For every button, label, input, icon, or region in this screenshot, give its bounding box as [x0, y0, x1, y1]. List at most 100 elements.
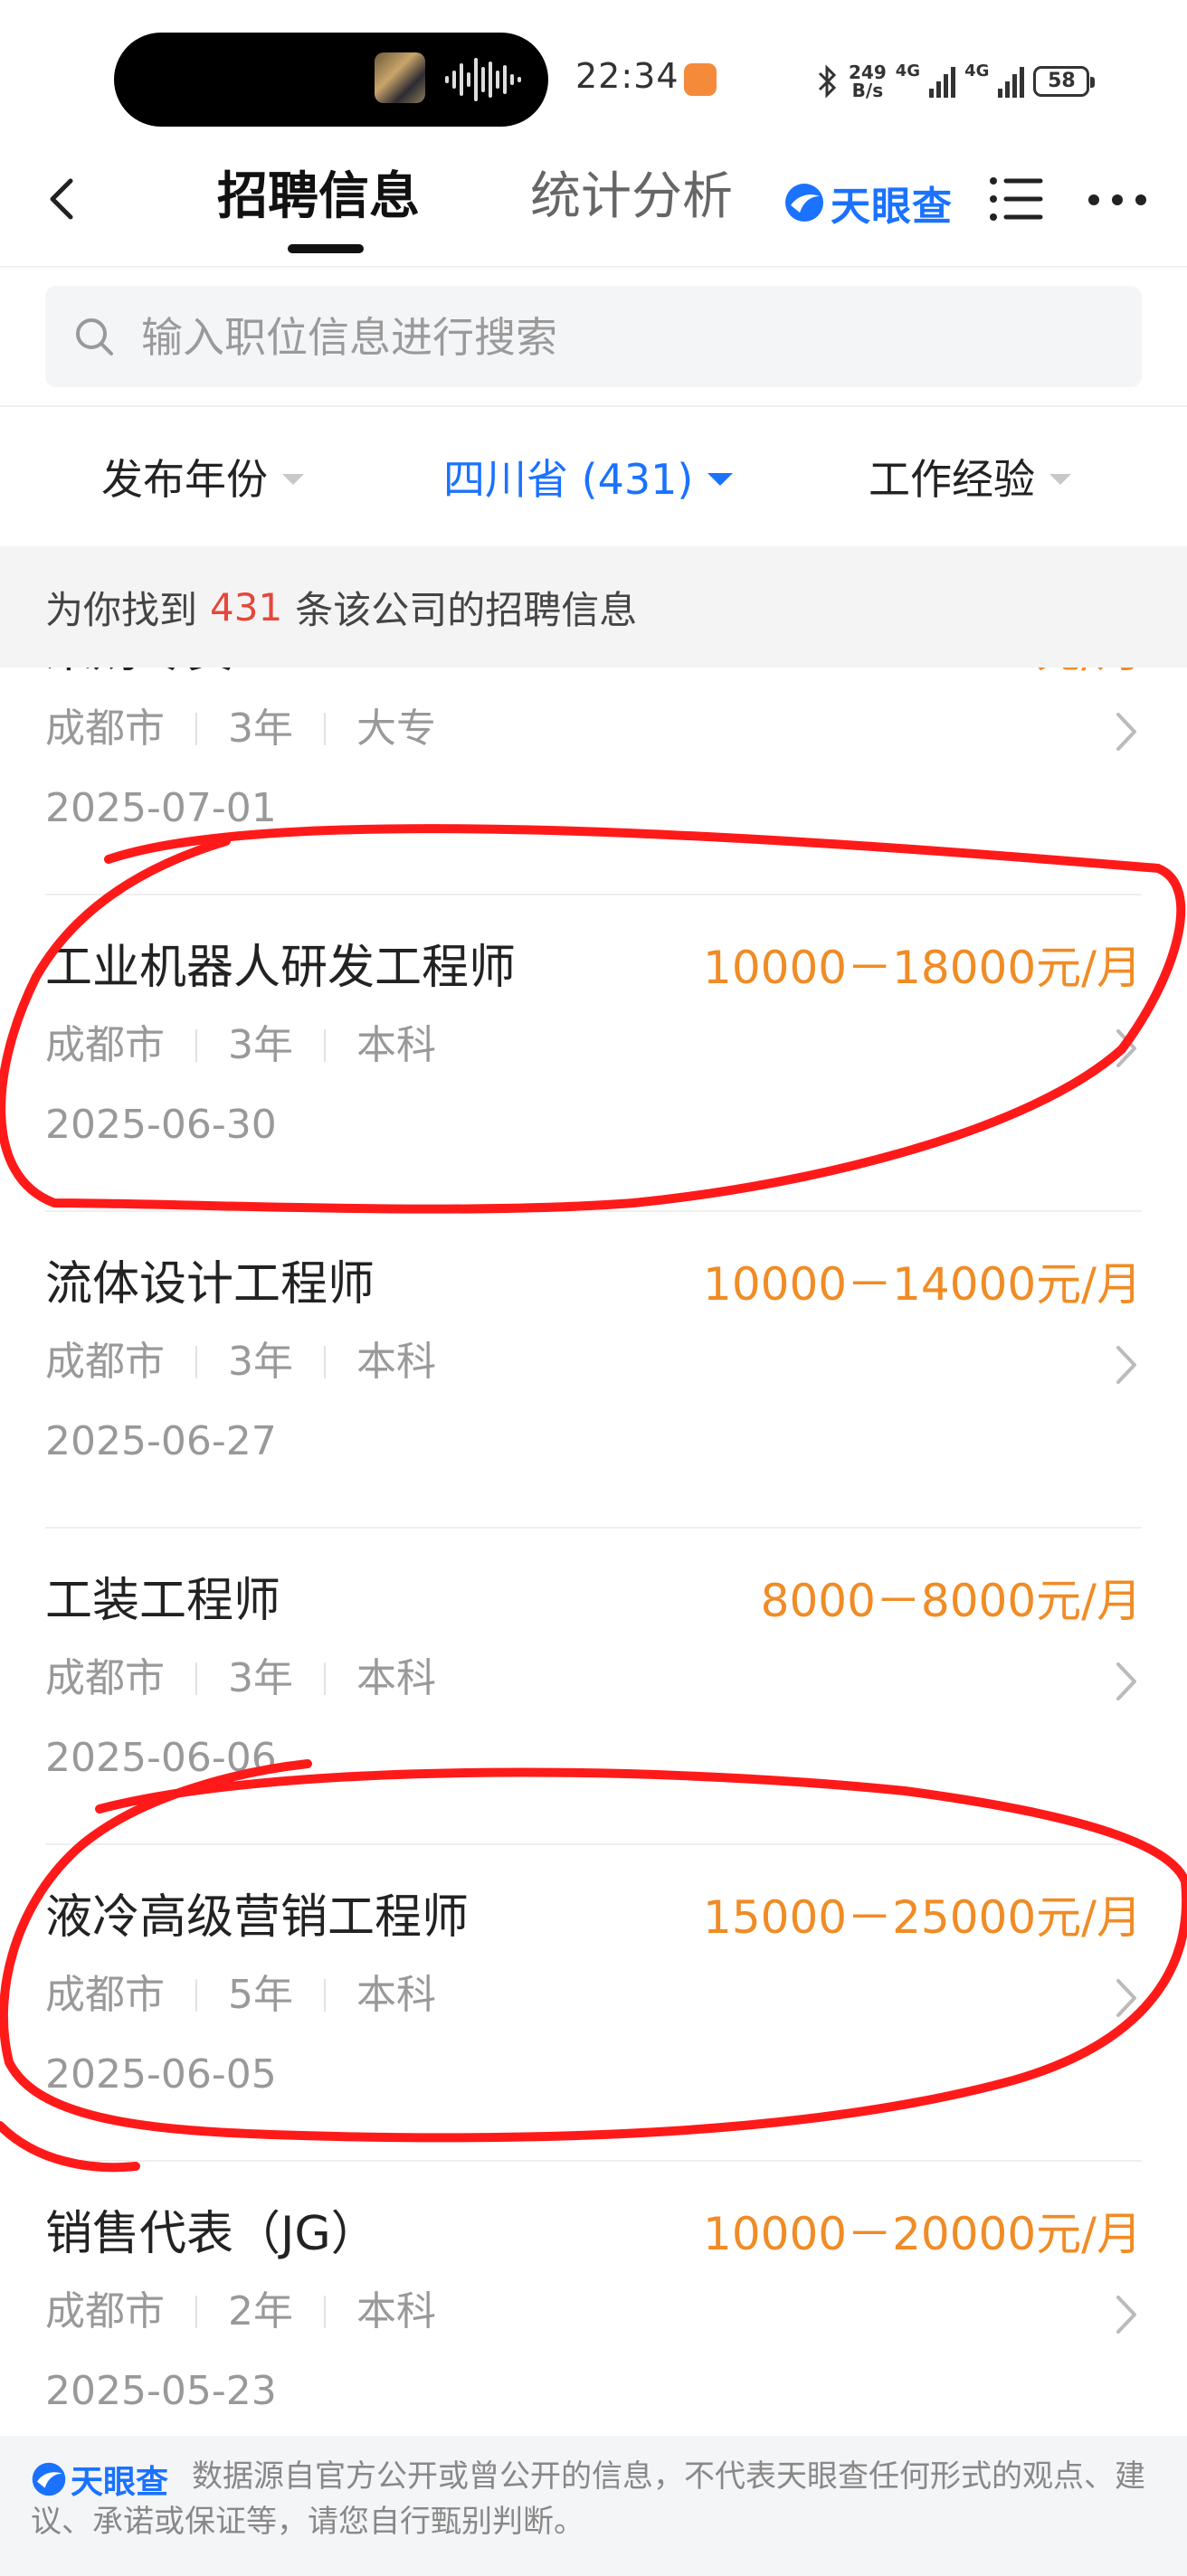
divider [195, 1346, 197, 1378]
job-experience: 2年 [228, 2288, 293, 2334]
job-education: 本科 [356, 2288, 436, 2334]
search-icon [76, 318, 113, 355]
job-salary: 10000－14000元/月 [703, 1258, 1142, 1311]
job-experience: 3年 [228, 1655, 293, 1701]
divider [195, 1662, 197, 1695]
job-title: 销售代表（JG） [45, 2207, 378, 2261]
tianyancha-logo[interactable]: 天眼查 [783, 174, 953, 232]
divider [324, 1346, 326, 1378]
job-meta: 成都市 5年 本科 [45, 1970, 436, 2021]
result-count-banner: 为你找到 431 条该公司的招聘信息 [0, 546, 1187, 668]
job-city: 成都市 [45, 1972, 165, 2018]
filter-bar: 发布年份 四川省 (431) 工作经验 [0, 407, 1187, 546]
audio-wave-icon [445, 58, 521, 101]
divider [195, 1979, 197, 2012]
job-list[interactable]: 采购专员 5000－8000元/月 成都市 3年 大专 2025-07-01 工… [0, 668, 1187, 2436]
job-meta: 成都市 3年 大专 [45, 704, 436, 754]
divider [324, 1662, 326, 1695]
data-source-footer: 天眼查 数据源自官方公开或曾公开的信息，不代表天眼查任何形式的观点、建议、承诺或… [0, 2436, 1187, 2576]
status-bar: 22:34 249 B/s 4G 4G 58 [0, 0, 1187, 145]
top-nav: 招聘信息 统计分析 天眼查 [0, 145, 1187, 268]
dropdown-triangle-icon [282, 474, 304, 485]
signal-icon [998, 65, 1025, 98]
job-meta: 成都市 3年 本科 [45, 1337, 436, 1387]
job-title: 工业机器人研发工程师 [45, 941, 517, 995]
job-date: 2025-06-30 [45, 1102, 277, 1148]
job-salary: 5000－8000元/月 [761, 668, 1142, 680]
network-label-1: 4G [895, 62, 921, 80]
divider [195, 2296, 197, 2328]
job-meta: 成都市 3年 本科 [45, 1020, 436, 1071]
job-list-item[interactable]: 采购专员 5000－8000元/月 成都市 3年 大专 2025-07-01 [45, 668, 1142, 895]
clock: 22:34 [575, 56, 679, 96]
media-thumbnail [375, 52, 425, 103]
job-experience: 5年 [228, 1972, 293, 2018]
job-date: 2025-06-06 [45, 1735, 277, 1781]
job-city: 成都市 [45, 706, 165, 752]
job-experience: 3年 [228, 1339, 293, 1385]
divider [195, 1029, 197, 1062]
job-list-item[interactable]: 液冷高级营销工程师 15000－25000元/月 成都市 5年 本科 2025-… [45, 1845, 1142, 2162]
dropdown-triangle-icon [707, 473, 734, 486]
search-input[interactable] [139, 286, 1120, 389]
job-list-item[interactable]: 工装工程师 8000－8000元/月 成都市 3年 本科 2025-06-06 [45, 1529, 1142, 1845]
job-date: 2025-06-27 [45, 1418, 277, 1464]
job-list-item[interactable]: 销售代表（JG） 10000－20000元/月 成都市 2年 本科 2025-0… [45, 2162, 1142, 2436]
chevron-right-icon [1116, 1346, 1136, 1384]
battery-indicator: 58 [1033, 66, 1096, 97]
divider [195, 713, 197, 745]
job-city: 成都市 [45, 1655, 165, 1701]
job-experience: 3年 [228, 706, 293, 752]
divider [324, 2296, 326, 2328]
divider [324, 713, 326, 745]
job-experience: 3年 [228, 1022, 293, 1068]
result-count: 431 [210, 584, 283, 630]
job-education: 大专 [356, 706, 436, 752]
chevron-right-icon [1116, 1662, 1136, 1700]
job-meta: 成都市 3年 本科 [45, 1653, 436, 1704]
job-salary: 8000－8000元/月 [760, 1575, 1142, 1627]
job-date: 2025-06-05 [45, 2051, 277, 2098]
job-title: 采购专员 [45, 668, 233, 680]
divider [324, 1979, 326, 2012]
job-list-item[interactable]: 流体设计工程师 10000－14000元/月 成都市 3年 本科 2025-06… [45, 1212, 1142, 1529]
chevron-right-icon [1116, 2296, 1136, 2334]
job-city: 成都市 [45, 1339, 165, 1385]
filter-publish-year[interactable]: 发布年份 [101, 443, 304, 510]
job-education: 本科 [356, 1972, 436, 2018]
job-title: 流体设计工程师 [45, 1257, 375, 1312]
divider [324, 1029, 326, 1062]
job-salary: 15000－25000元/月 [703, 1891, 1142, 1944]
system-icons: 249 B/s 4G 4G 58 [816, 56, 1096, 107]
dynamic-island[interactable] [114, 33, 548, 127]
filter-province[interactable]: 四川省 (431) [443, 443, 734, 510]
job-education: 本科 [356, 1339, 436, 1385]
list-menu-icon[interactable] [986, 170, 1044, 228]
job-salary: 10000－18000元/月 [703, 942, 1142, 994]
tab-statistics[interactable]: 统计分析 [530, 161, 733, 233]
chevron-right-icon [1116, 1979, 1136, 2017]
bluetooth-icon [818, 64, 837, 99]
search-area [0, 266, 1187, 407]
tianyancha-logo-icon [785, 184, 823, 222]
net-speed: 249 B/s [849, 62, 887, 101]
job-city: 成都市 [45, 2288, 165, 2334]
chevron-right-icon [1116, 713, 1136, 751]
job-date: 2025-05-23 [45, 2368, 277, 2414]
tab-recruitment[interactable]: 招聘信息 [217, 161, 420, 233]
back-arrow-icon[interactable] [36, 172, 90, 226]
dropdown-triangle-icon [1049, 474, 1071, 485]
notification-app-icon [684, 63, 717, 96]
job-education: 本科 [356, 1022, 436, 1068]
active-tab-indicator [288, 244, 364, 253]
chevron-right-icon [1116, 1029, 1136, 1067]
job-salary: 10000－20000元/月 [703, 2208, 1142, 2260]
job-city: 成都市 [45, 1022, 165, 1068]
network-label-2: 4G [964, 62, 990, 80]
filter-work-experience[interactable]: 工作经验 [869, 443, 1071, 510]
job-list-item[interactable]: 工业机器人研发工程师 10000－18000元/月 成都市 3年 本科 2025… [45, 895, 1142, 1212]
job-education: 本科 [356, 1655, 436, 1701]
search-box[interactable] [45, 286, 1142, 389]
more-icon[interactable] [1086, 175, 1149, 224]
signal-icon [929, 65, 956, 98]
